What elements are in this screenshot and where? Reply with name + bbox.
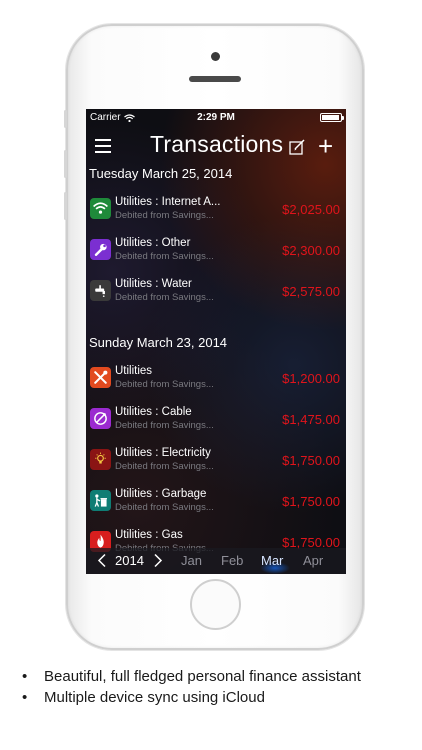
wrench-icon <box>90 239 111 260</box>
transaction-category: Utilities : Cable <box>115 406 192 418</box>
transaction-row[interactable]: Utilities : Internet A... Debited from Sa… <box>86 189 346 229</box>
feature-list: Beautiful, full fledged personal finance… <box>22 668 361 710</box>
transaction-account: Debited from Savings... <box>115 379 214 390</box>
month-tab-mar[interactable]: Mar <box>261 553 283 568</box>
section-header-date: Sunday March 23, 2014 <box>89 335 228 350</box>
transaction-row[interactable]: Utilities : Garbage Debited from Savings.… <box>86 481 346 521</box>
transaction-category: Utilities : Gas <box>115 529 183 541</box>
earpiece-speaker <box>189 76 241 82</box>
battery-icon <box>320 113 344 122</box>
wifi-icon <box>90 198 111 219</box>
transaction-category: Utilities : Electricity <box>115 447 211 459</box>
satellite-dish-icon <box>90 408 111 429</box>
mute-switch <box>64 110 67 128</box>
transaction-category: Utilities : Internet A... <box>115 196 221 208</box>
front-camera <box>211 52 220 61</box>
transaction-amount: $1,750.00 <box>282 453 340 468</box>
add-transaction-icon[interactable]: + <box>318 133 333 159</box>
menu-icon[interactable] <box>95 139 111 153</box>
status-time: 2:29 PM <box>197 112 235 123</box>
transaction-account: Debited from Savings... <box>115 251 214 262</box>
transaction-category: Utilities : Other <box>115 237 191 249</box>
faucet-icon <box>90 280 111 301</box>
transaction-category: Utilities : Water <box>115 278 192 290</box>
transaction-amount: $2,300.00 <box>282 243 340 258</box>
transaction-amount: $1,750.00 <box>282 494 340 509</box>
transaction-row[interactable]: Utilities : Electricity Debited from Savi… <box>86 440 346 480</box>
transaction-account: Debited from Savings... <box>115 420 214 431</box>
page-title: Transactions <box>150 131 284 157</box>
app-screen: Carrier 2:29 PM Transactions + Tuesday M… <box>86 109 346 574</box>
lightbulb-icon <box>90 449 111 470</box>
transaction-account: Debited from Savings... <box>115 210 214 221</box>
transaction-row[interactable]: Utilities : Water Debited from Savings...… <box>86 271 346 311</box>
year-label: 2014 <box>115 553 144 568</box>
edit-icon[interactable] <box>288 138 306 156</box>
transaction-account: Debited from Savings... <box>115 461 214 472</box>
tools-icon <box>90 367 111 388</box>
transaction-amount: $1,475.00 <box>282 412 340 427</box>
navigation-bar: Transactions + <box>86 126 346 166</box>
trash-icon <box>90 490 111 511</box>
transaction-row[interactable]: Utilities Debited from Savings... $1,200.0… <box>86 358 346 398</box>
transaction-amount: $1,200.00 <box>282 371 340 386</box>
home-button[interactable] <box>190 579 241 630</box>
transaction-category: Utilities <box>115 365 153 377</box>
month-selector-bar: 2014 Jan Feb Mar Apr <box>86 548 346 574</box>
chevron-left-icon[interactable] <box>96 553 108 568</box>
chevron-right-icon[interactable] <box>152 553 164 568</box>
transaction-amount: $2,025.00 <box>282 202 340 217</box>
transaction-row[interactable]: Utilities : Cable Debited from Savings...… <box>86 399 346 439</box>
month-tab-jan[interactable]: Jan <box>181 553 202 568</box>
feature-item: Beautiful, full fledged personal finance… <box>22 668 361 689</box>
transaction-category: Utilities : Garbage <box>115 488 207 500</box>
transaction-amount: $2,575.00 <box>282 284 340 299</box>
transaction-account: Debited from Savings... <box>115 292 214 303</box>
volume-up-button <box>64 150 67 178</box>
transaction-account: Debited from Savings... <box>115 502 214 513</box>
transaction-row[interactable]: Utilities : Other Debited from Savings...… <box>86 230 346 270</box>
month-tab-apr[interactable]: Apr <box>303 553 323 568</box>
month-tab-feb[interactable]: Feb <box>221 553 243 568</box>
status-bar: Carrier 2:29 PM <box>86 109 346 126</box>
volume-down-button <box>64 192 67 220</box>
section-header-date: Tuesday March 25, 2014 <box>89 166 233 181</box>
feature-item: Multiple device sync using iCloud <box>22 689 361 710</box>
